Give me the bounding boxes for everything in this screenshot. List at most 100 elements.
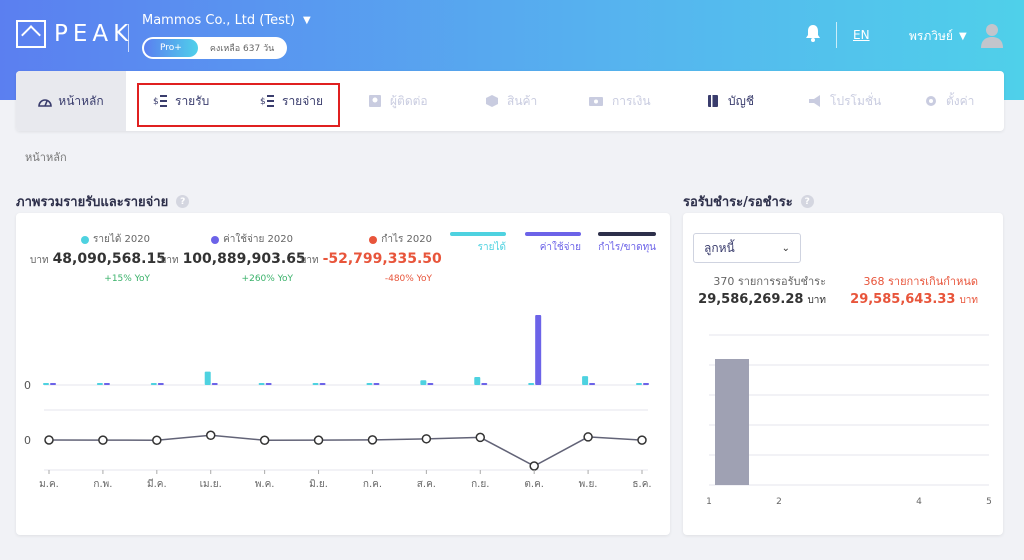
- revenue-bar: [258, 383, 265, 385]
- x-tick-label: พ.ย.: [579, 479, 598, 490]
- revenue-bar: [582, 376, 589, 385]
- amount-unit: บาท: [807, 295, 826, 306]
- amount-value: 29,585,643.33: [850, 292, 956, 307]
- amount-value: 29,586,269.28: [698, 292, 804, 307]
- profit-point: [475, 432, 486, 443]
- revenue-bar: [366, 383, 373, 385]
- stat-profit: กำไร 2020 บาท -52,799,335.50 -480% YoY: [300, 232, 442, 284]
- plan-badge[interactable]: Pro+ คงเหลือ 637 วัน: [142, 37, 287, 59]
- x-tick-label: ธ.ค.: [632, 479, 651, 490]
- stat-revenue: รายได้ 2020 บาท 48,090,568.15 +15% YoY: [30, 232, 166, 284]
- stat-unit: บาท: [300, 255, 319, 266]
- chevron-down-icon: ▼: [303, 15, 311, 26]
- legend-swatch: [598, 232, 656, 236]
- expense-bar: [211, 383, 218, 385]
- nav-item-contacts[interactable]: ผู้ติดต่อ: [368, 71, 428, 131]
- x-tick-label: พ.ค.: [255, 479, 275, 490]
- breadcrumb: หน้าหลัก: [25, 151, 67, 164]
- stat-value: -52,799,335.50: [322, 251, 442, 267]
- x-tick-label: 1: [706, 497, 712, 507]
- legend-swatch: [525, 232, 581, 236]
- nav-item-label: การเงิน: [612, 93, 651, 108]
- gear-icon: [926, 96, 936, 106]
- logo-text: PEAK: [54, 21, 134, 47]
- x-tick-label: 4: [916, 497, 922, 507]
- dropdown-value: ลูกหนี้: [704, 240, 735, 255]
- receivable-bar: [715, 359, 749, 485]
- language-switch[interactable]: EN: [853, 28, 870, 42]
- stat-yoy: +260% YoY: [241, 274, 293, 284]
- help-icon[interactable]: ?: [176, 195, 190, 208]
- avatar[interactable]: [980, 22, 1004, 48]
- legend-label: รายได้: [477, 242, 506, 253]
- logo-mark-icon: [16, 20, 46, 48]
- stat-value: 48,090,568.15: [52, 251, 166, 267]
- overview-chart: 0 0 ม.ค. ก.พ. มี.ค. เม.ย. พ.ค. มิ.ย. ก.ค. ส.ค. ก.ย…: [24, 315, 652, 490]
- stat-expense: ค่าใช้จ่าย 2020 บาท 100,889,903.65 +260% …: [160, 232, 306, 284]
- nav-item-accounting[interactable]: บัญชี: [706, 71, 754, 131]
- expense-bar: [157, 383, 164, 385]
- stat-yoy: -480% YoY: [384, 274, 432, 284]
- profit-point: [205, 430, 216, 441]
- x-tick-label: ส.ค.: [417, 479, 436, 490]
- nav-item-label: ตั้งค่า: [946, 93, 975, 108]
- contact-icon: [369, 95, 381, 107]
- overdue-count: 368 รายการเกินกำหนด: [863, 275, 978, 288]
- stat-value: 100,889,903.65: [182, 251, 306, 267]
- stat-unit: บาท: [30, 255, 49, 266]
- nav-item-products[interactable]: สินค้า: [485, 71, 537, 131]
- profit-point: [367, 435, 378, 445]
- days-left: คงเหลือ 637 วัน: [209, 44, 275, 54]
- megaphone-icon: [809, 95, 820, 107]
- plan-name: Pro+: [144, 39, 198, 57]
- x-tick-label: มิ.ย.: [309, 479, 328, 490]
- x-tick-label: เม.ย.: [200, 479, 222, 490]
- profit-dot-icon: [369, 235, 378, 244]
- x-tick-label: ก.ย.: [471, 479, 489, 490]
- divider: [128, 24, 129, 52]
- pending-amount: 29,586,269.28 บาท: [690, 292, 826, 308]
- revenue-bar: [474, 377, 481, 385]
- expense-bar: [643, 383, 649, 385]
- help-icon[interactable]: ?: [800, 195, 814, 208]
- legend-revenue[interactable]: รายได้: [448, 232, 506, 255]
- nav-item-label: สินค้า: [507, 93, 538, 108]
- section-title-text: ภาพรวมรายรับและรายจ่าย: [16, 195, 169, 210]
- expense-bar: [103, 383, 110, 385]
- section-title-text: รอรับชำระ/รอชำระ: [683, 195, 793, 210]
- expense-bar: [535, 315, 542, 385]
- stat-unit: บาท: [160, 255, 179, 266]
- x-tick-label: 5: [986, 497, 992, 507]
- x-tick-label: ก.พ.: [93, 479, 112, 490]
- legend-expense[interactable]: ค่าใช้จ่าย: [523, 232, 581, 255]
- nav-item-finance[interactable]: การเงิน: [588, 71, 651, 131]
- profit-point: [583, 432, 593, 442]
- company-selector[interactable]: Mammos Co., Ltd (Test) ▼: [142, 13, 311, 28]
- revenue-bar: [312, 383, 319, 385]
- peak-logo[interactable]: PEAK: [16, 20, 133, 48]
- expense-bar: [481, 383, 488, 385]
- section-title-receivable: รอรับชำระ/รอชำระ ?: [683, 191, 814, 212]
- expense-bar: [589, 383, 596, 385]
- nav-item-promotion[interactable]: โปรโมชั่น: [808, 71, 881, 131]
- receivable-chart: 1 2 4 5: [706, 334, 992, 507]
- revenue-bar: [528, 383, 535, 385]
- book-icon: [708, 95, 718, 107]
- legend-swatch: [450, 232, 506, 236]
- stat-label: รายได้ 2020: [93, 234, 150, 245]
- divider: [836, 22, 837, 48]
- revenue-bar: [43, 383, 49, 385]
- nav-item-home[interactable]: หน้าหลัก: [16, 71, 126, 131]
- legend-profit[interactable]: กำไร/ขาดทุน: [596, 232, 656, 255]
- profit-point: [98, 435, 108, 445]
- bell-icon[interactable]: [805, 24, 821, 42]
- nav-item-settings[interactable]: ตั้งค่า: [924, 71, 974, 131]
- dashboard-icon: [38, 99, 53, 107]
- expense-bar: [265, 383, 272, 385]
- user-menu[interactable]: พรภวิษย์ ▼: [909, 27, 967, 46]
- party-type-dropdown[interactable]: ลูกหนี้ ⌄: [693, 233, 801, 263]
- x-tick-label: ม.ค.: [39, 479, 59, 490]
- expense-bar: [50, 383, 56, 385]
- profit-point: [152, 435, 162, 445]
- y-tick-label: 0: [24, 434, 31, 447]
